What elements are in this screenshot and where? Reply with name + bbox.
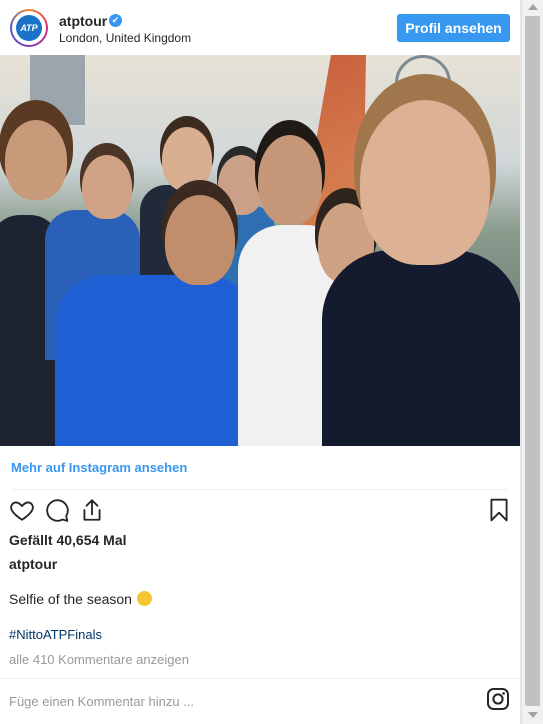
like-count[interactable]: Gefällt 40,654 Mal: [9, 532, 127, 548]
grinning-sweat-emoji-icon: [136, 591, 152, 606]
heart-icon[interactable]: [9, 497, 35, 523]
vertical-scrollbar[interactable]: [521, 0, 543, 724]
divider: [0, 678, 520, 679]
scrollbar-thumb[interactable]: [525, 16, 540, 706]
scroll-up-arrow-icon[interactable]: [528, 4, 538, 10]
verified-badge-icon: ✔: [109, 14, 122, 27]
username-link[interactable]: atptour: [59, 13, 107, 29]
add-comment-input[interactable]: [9, 690, 449, 712]
share-icon[interactable]: [79, 497, 105, 523]
post-header: ATP atptour ✔ London, United Kingdom Pro…: [0, 0, 520, 55]
scroll-down-arrow-icon[interactable]: [528, 712, 538, 718]
caption-text: Selfie of the season: [9, 591, 132, 607]
comment-bubble-icon[interactable]: [44, 497, 70, 523]
instagram-logo-icon[interactable]: [486, 687, 510, 711]
hashtag-link[interactable]: #NittoATPFinals: [9, 627, 102, 642]
atp-logo: ATP: [16, 15, 42, 41]
view-all-comments-link[interactable]: alle 410 Kommentare anzeigen: [9, 652, 189, 667]
bookmark-icon[interactable]: [486, 497, 512, 523]
profile-avatar[interactable]: ATP: [10, 9, 48, 47]
post-photo[interactable]: [0, 55, 520, 446]
caption-username[interactable]: atptour: [9, 556, 57, 572]
view-more-on-instagram-link[interactable]: Mehr auf Instagram ansehen: [11, 460, 187, 475]
view-profile-button[interactable]: Profil ansehen: [397, 14, 510, 42]
caption-text-row: Selfie of the season: [9, 591, 152, 607]
location-link[interactable]: London, United Kingdom: [59, 31, 191, 45]
divider: [11, 489, 509, 490]
instagram-embed-card: ATP atptour ✔ London, United Kingdom Pro…: [0, 0, 521, 724]
